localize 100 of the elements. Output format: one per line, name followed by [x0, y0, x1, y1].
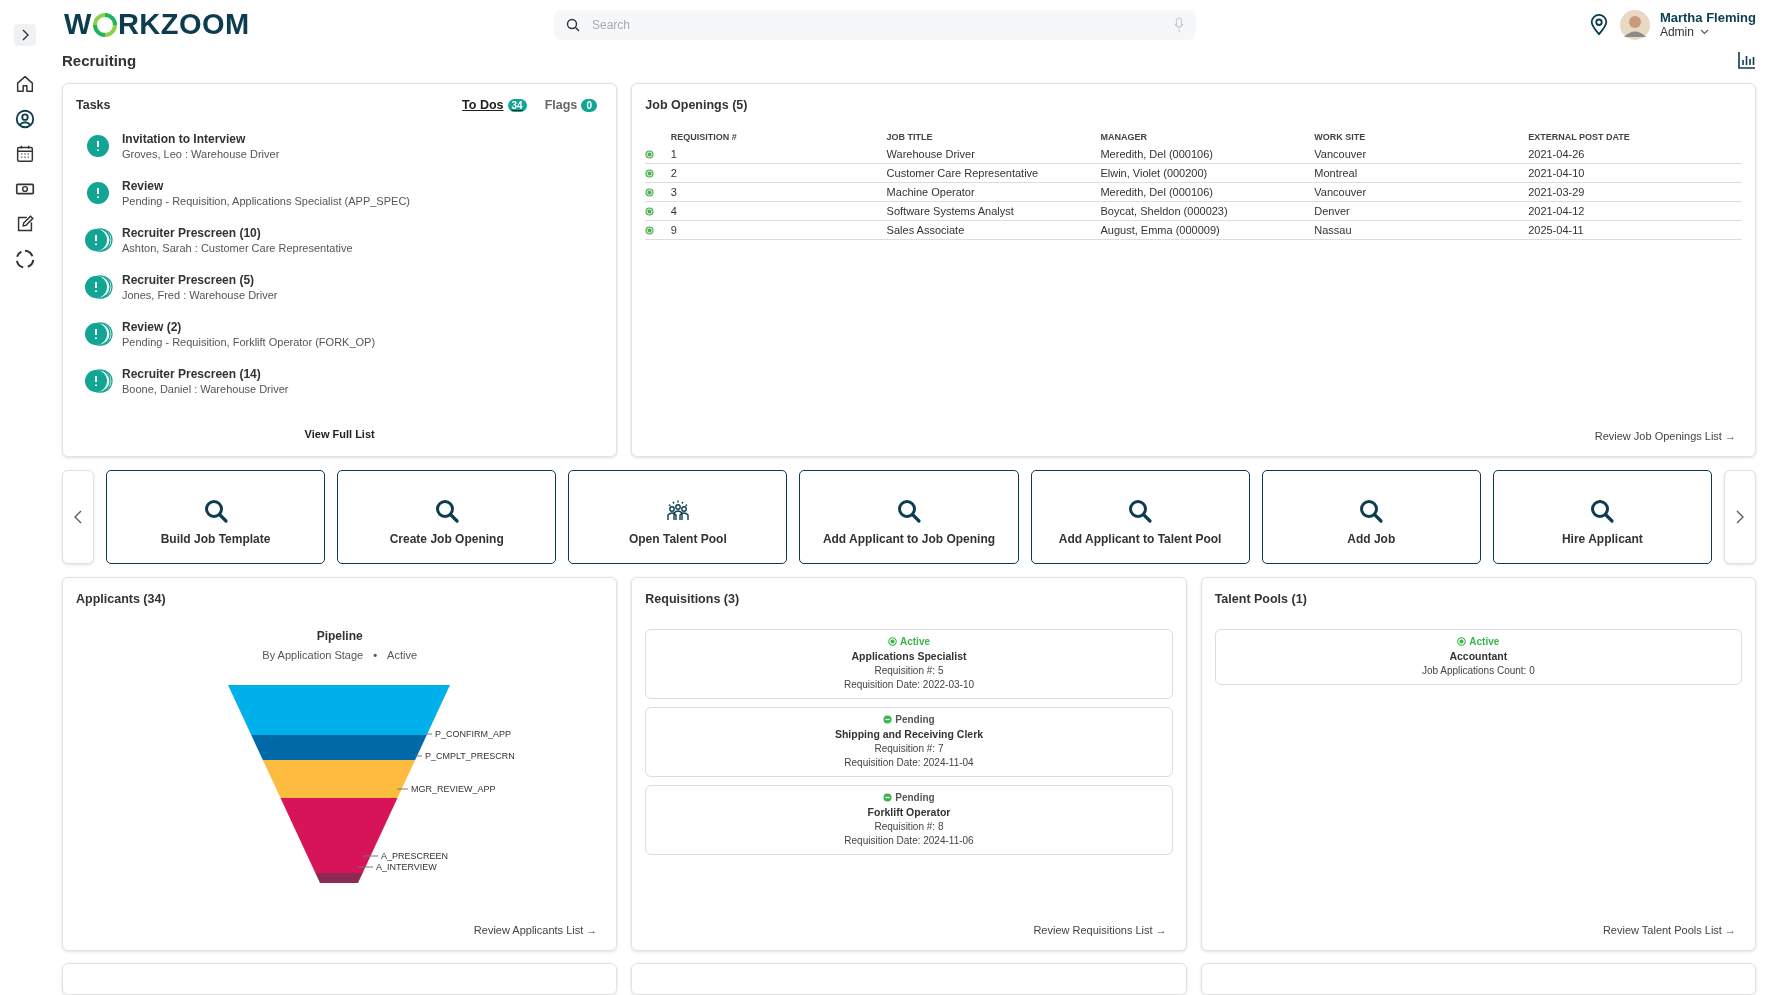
action-tile[interactable]: Create Job Opening	[337, 470, 557, 564]
stage-label: A_INTERVIEW	[376, 862, 437, 872]
task-title[interactable]: Invitation to Interview	[122, 132, 280, 146]
logo-text: RKZOOM	[117, 8, 250, 41]
chevron-right-icon	[20, 29, 30, 41]
leader-line	[357, 866, 374, 868]
task-title[interactable]: Recruiter Prescreen (5)	[122, 273, 278, 287]
stage-label: MGR_REVIEW_APP	[411, 784, 496, 794]
table-cell: 2021-04-26	[1528, 145, 1742, 164]
tab[interactable]: To Dos 34	[462, 98, 527, 112]
search-field[interactable]: Search	[590, 16, 1164, 33]
refresh-icon[interactable]	[14, 248, 36, 270]
table-cell: 2025-04-11	[1528, 220, 1742, 240]
chevron-left-icon	[74, 510, 82, 524]
card-title: Requisitions (3)	[645, 592, 741, 606]
calendar-icon[interactable]	[14, 143, 36, 165]
column-header: EXTERNAL POST DATE	[1528, 131, 1631, 144]
status-label: Active	[1469, 636, 1500, 647]
table-cell: 2021-04-12	[1528, 201, 1742, 221]
column-header: MANAGER	[1100, 128, 1315, 145]
avatar[interactable]	[1619, 9, 1650, 40]
table-cell: Meredith, Del (000106)	[1100, 145, 1315, 164]
task-detail: Pending - Requisition, Forklift Operator (FORK_OP)	[122, 336, 376, 348]
search-icon	[1127, 498, 1154, 524]
chart-subtitle: By Application Stage	[262, 649, 364, 661]
task-title[interactable]: Recruiter Prescreen (14)	[122, 367, 289, 381]
table-cell: 2	[670, 163, 887, 183]
action-tile[interactable]: Add Applicant to Talent Pool	[1030, 470, 1250, 564]
table-cell: 3	[670, 182, 887, 202]
review-list-link[interactable]: Review Talent Pools List →	[1602, 924, 1736, 936]
task-title[interactable]: Review	[122, 179, 410, 193]
tab[interactable]: Flags 0	[544, 98, 598, 112]
table-cell: Machine Operator	[886, 182, 1101, 202]
item-detail: Requisition #: 7	[874, 743, 944, 754]
task-detail: Groves, Leo : Warehouse Driver	[122, 148, 280, 160]
action-tile[interactable]: Add Applicant to Job Opening	[799, 470, 1019, 564]
bar-chart-icon[interactable]	[1738, 51, 1756, 69]
user-circle-icon[interactable]	[14, 108, 36, 130]
card-title: Applicants (34)	[76, 592, 167, 606]
stacked-alert-icon	[84, 368, 114, 394]
search-bar[interactable]: Search	[554, 9, 1196, 40]
swirl-logo-icon	[92, 12, 117, 37]
table-cell: 9	[670, 220, 887, 240]
task-detail: Jones, Fred : Warehouse Driver	[122, 289, 278, 301]
table-cell: Meredith, Del (000106)	[1100, 182, 1315, 202]
column-header: JOB TITLE	[886, 131, 934, 144]
task-detail: Ashton, Sarah : Customer Care Representative	[122, 242, 353, 254]
stage-label: P_CMPLT_PRESCRN	[425, 751, 515, 761]
view-full-list-link[interactable]: View Full List	[304, 428, 375, 440]
search-icon	[896, 498, 922, 524]
action-tile[interactable]: Open Talent Pool	[568, 470, 788, 564]
column-header: WORK SITE	[1314, 128, 1529, 145]
bullet-separator: •	[373, 649, 378, 661]
chevron-down-icon[interactable]	[1699, 29, 1709, 35]
table-cell: Vancouver	[1314, 145, 1529, 164]
item-detail: Requisition Date: 2022-03-10	[843, 679, 975, 690]
item-name: Accountant	[1449, 650, 1508, 662]
table-cell: Elwin, Violet (000200)	[1100, 163, 1315, 183]
page-title: Recruiting	[62, 51, 137, 69]
table-cell: Customer Care Representative	[886, 163, 1101, 183]
item-detail: Requisition Date: 2024-11-04	[844, 757, 974, 768]
expand-button[interactable]	[14, 24, 36, 46]
item-card[interactable]: Pending Forklift Operator Requisition #: 8 Requisition Date: 2024-11-06	[645, 785, 1173, 855]
item-detail: Requisition Date: 2024-11-06	[844, 835, 974, 846]
status-label: Active	[900, 636, 930, 647]
table-cell: August, Emma (000009)	[1100, 220, 1315, 240]
user-role[interactable]: Admin	[1659, 25, 1694, 39]
table-cell: Warehouse Driver	[886, 145, 1101, 164]
task-title[interactable]: Review (2)	[122, 320, 376, 334]
card-title: Tasks	[76, 98, 111, 112]
stacked-alert-icon	[84, 321, 114, 347]
item-card[interactable]: Active Applications Specialist Requisition #: 5 Requisition Date: 2022-03-10	[645, 629, 1173, 699]
status-label: Pending	[895, 792, 935, 803]
home-icon[interactable]	[14, 73, 36, 95]
card-title: Job Openings (5)	[645, 98, 749, 112]
item-detail: Requisition #: 8	[874, 821, 944, 832]
item-card[interactable]: Pending Shipping and Receiving Clerk Requisition #: 7 Requisition Date: 2024-11-04	[645, 707, 1173, 777]
item-name: Forklift Operator	[867, 806, 951, 818]
item-detail: Requisition #: 5	[874, 665, 944, 676]
user-name: Martha Fleming	[1659, 10, 1756, 25]
review-list-link[interactable]: Review Requisitions List →	[1033, 924, 1167, 936]
action-tile[interactable]: Hire Applicant	[1492, 470, 1712, 564]
table-cell: Montreal	[1314, 163, 1529, 183]
action-tile[interactable]: Build Job Template	[106, 470, 326, 564]
chart-subtitle: Active	[387, 649, 418, 661]
item-card[interactable]: Active Accountant Job Applications Count: 0	[1214, 629, 1742, 685]
task-detail: Pending - Requisition, Applications Specialist (APP_SPEC)	[122, 195, 410, 207]
table-cell: 2021-03-29	[1528, 182, 1742, 202]
chart-title: Pipeline	[316, 629, 363, 643]
task-title[interactable]: Recruiter Prescreen (10)	[122, 226, 353, 240]
search-icon	[433, 498, 460, 524]
review-list-link[interactable]: Review Job Openings List →	[1594, 430, 1736, 442]
action-tile[interactable]: Add Job	[1261, 470, 1481, 564]
task-detail: Boone, Daniel : Warehouse Driver	[122, 383, 289, 395]
item-detail: Job Applications Count: 0	[1421, 665, 1535, 676]
review-list-link[interactable]: Review Applicants List →	[473, 924, 598, 936]
leader-line	[414, 755, 423, 757]
table-cell: Sales Associate	[886, 220, 1101, 240]
search-icon	[1358, 498, 1385, 524]
leader-line	[426, 733, 433, 735]
